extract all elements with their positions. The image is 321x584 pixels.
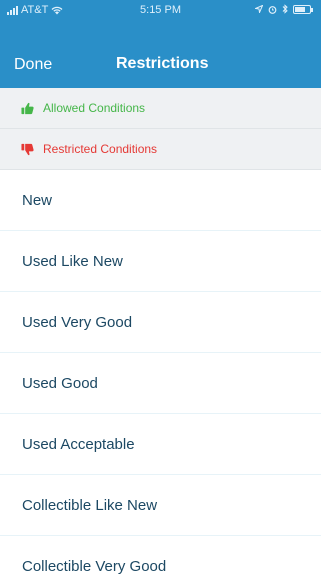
list-item-label: Collectible Like New xyxy=(22,496,158,514)
restrictions-screen: AT&T 5:15 PM Done Restrictions Allowed C… xyxy=(0,0,321,584)
bluetooth-icon xyxy=(282,4,288,14)
alarm-icon xyxy=(268,5,277,14)
navigation-bar: Done Restrictions xyxy=(0,20,321,88)
status-bar: AT&T 5:15 PM xyxy=(0,0,321,20)
thumbs-up-icon xyxy=(21,102,34,114)
list-item-label: Used Good xyxy=(22,374,98,392)
list-item-label: Used Very Good xyxy=(22,313,133,331)
status-icons xyxy=(255,4,313,14)
list-item-used-acceptable[interactable]: Used Acceptable xyxy=(0,414,321,475)
page-title: Restrictions xyxy=(116,55,209,72)
legend-restricted: Restricted Conditions xyxy=(0,129,321,170)
list-item-label: Used Like New xyxy=(22,252,123,270)
list-item-label: Collectible Very Good xyxy=(22,557,167,575)
list-item-new[interactable]: New xyxy=(0,170,321,231)
allowed-conditions-label: Allowed Conditions xyxy=(43,101,146,115)
done-button[interactable]: Done xyxy=(14,56,52,74)
list-item-collectible-very-good[interactable]: Collectible Very Good xyxy=(0,536,321,584)
battery-icon xyxy=(293,4,313,14)
list-item-used-very-good[interactable]: Used Very Good xyxy=(0,292,321,353)
list-item-collectible-like-new[interactable]: Collectible Like New xyxy=(0,475,321,536)
list-item-used-like-new[interactable]: Used Like New xyxy=(0,231,321,292)
location-icon xyxy=(255,5,263,13)
thumbs-down-icon xyxy=(21,143,34,155)
list-item-label: New xyxy=(22,191,53,209)
list-item-label: Used Acceptable xyxy=(22,435,135,453)
condition-list: New Used Like New Used Very Good Used Go… xyxy=(0,170,321,584)
restricted-conditions-label: Restricted Conditions xyxy=(43,142,158,156)
legend-allowed: Allowed Conditions xyxy=(0,88,321,129)
list-item-used-good[interactable]: Used Good xyxy=(0,353,321,414)
